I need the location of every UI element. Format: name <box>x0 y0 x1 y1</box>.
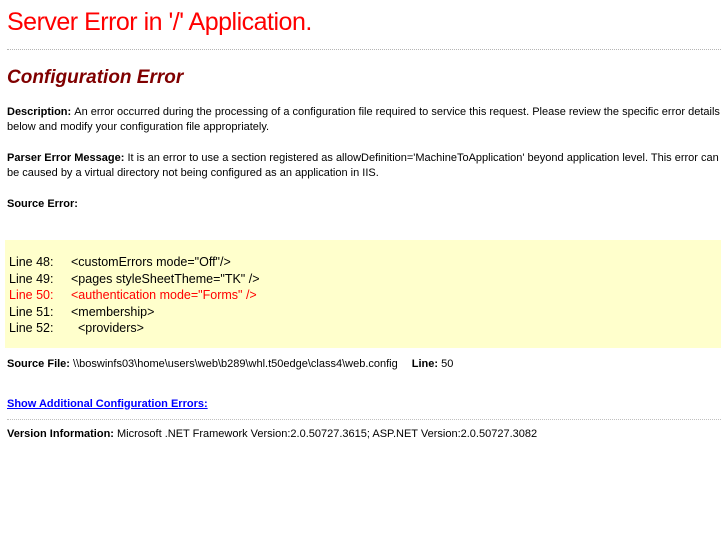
code-line: Line 51: <membership> <box>9 304 715 321</box>
aspnet-error-page: Server Error in '/' Application. Configu… <box>0 0 727 545</box>
line-number: Line 52: <box>9 321 54 335</box>
source-file-row: Source File: \\boswinfs03\home\users\web… <box>7 358 721 370</box>
code-line: Line 49: <pages styleSheetTheme="TK" /> <box>9 271 715 288</box>
code-line: Line 52: <providers> <box>9 320 715 337</box>
show-additional-config-errors-link[interactable]: Show Additional Configuration Errors: <box>7 398 208 410</box>
code-text: <providers> <box>71 321 144 335</box>
error-heading: Configuration Error <box>7 67 184 88</box>
line-number: Line 49: <box>9 271 54 286</box>
line-number: Line 51: <box>9 304 54 319</box>
version-info-label: Version Information: <box>7 427 118 440</box>
source-code-block: Line 48: <customErrors mode="Off"/> Line … <box>5 240 721 348</box>
bottom-divider <box>7 418 721 420</box>
code-line: Line 48: <customErrors mode="Off"/> <box>9 254 715 271</box>
code-text: <customErrors mode="Off"/> <box>71 255 231 269</box>
parser-error-paragraph: Parser Error Message: It is an error to … <box>7 151 721 181</box>
source-file-label: Source File: <box>7 357 74 370</box>
version-info-text: Microsoft .NET Framework Version:2.0.507… <box>117 427 538 440</box>
version-info-row: Version Information: Microsoft .NET Fram… <box>7 428 721 440</box>
code-line-highlighted: Line 50: <authentication mode="Forms" /> <box>9 287 715 304</box>
source-error-label: Source Error: <box>7 198 78 210</box>
code-text: <authentication mode="Forms" /> <box>71 288 257 302</box>
source-file-line-number: 50 <box>441 357 454 370</box>
description-text: An error occurred during the processing … <box>7 106 720 133</box>
description-label: Description: <box>7 106 75 118</box>
source-error-label-row: Source Error: <box>7 197 721 212</box>
parser-error-label: Parser Error Message: <box>7 152 128 164</box>
description-paragraph: Description: An error occurred during th… <box>7 105 721 135</box>
additional-errors-row: Show Additional Configuration Errors: <box>7 398 721 410</box>
source-file-line-label: Line: <box>411 357 442 370</box>
line-number: Line 48: <box>9 255 54 269</box>
top-divider <box>7 49 721 50</box>
line-number: Line 50: <box>9 288 54 302</box>
code-text: <pages styleSheetTheme="TK" /> <box>71 271 260 286</box>
page-title: Server Error in '/' Application. <box>7 8 312 36</box>
source-file-path: \\boswinfs03\home\users\web\b289\whl.t50… <box>73 357 398 370</box>
code-text: <membership> <box>71 304 155 319</box>
